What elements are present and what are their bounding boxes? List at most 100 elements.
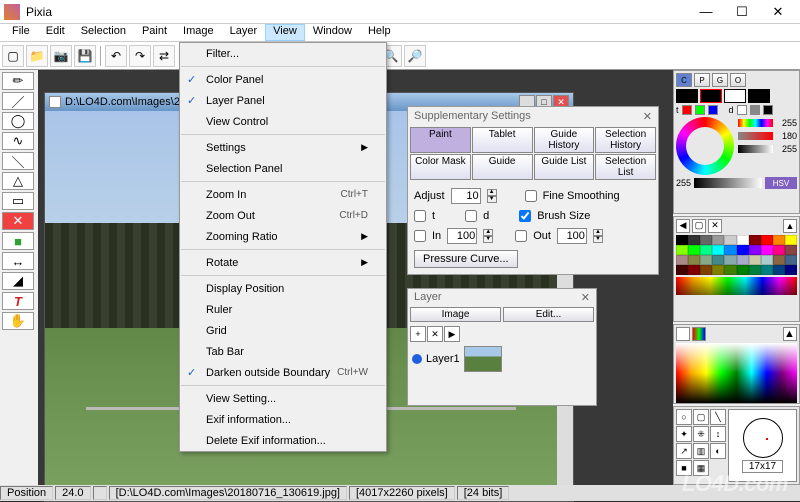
layer-titlebar[interactable]: Layer ✕: [408, 289, 596, 305]
palette-scroll-up-icon[interactable]: ▲: [783, 219, 797, 233]
view-menu-item[interactable]: View Setting...: [180, 388, 386, 409]
zoom-out-icon[interactable]: 🔎: [404, 45, 426, 67]
d-checkbox[interactable]: [465, 210, 477, 222]
layer-arrow-icon[interactable]: ▶: [444, 326, 460, 342]
brush-opt-icon[interactable]: ▥: [693, 443, 709, 459]
view-menu-item[interactable]: Zooming Ratio▶: [180, 226, 386, 247]
color-tab-g[interactable]: G: [712, 73, 728, 87]
palette-color[interactable]: [749, 235, 761, 245]
redo-icon[interactable]: ↷: [129, 45, 151, 67]
brush-tool-icon[interactable]: ✏: [2, 72, 34, 90]
supp-tab-color-mask[interactable]: Color Mask: [410, 154, 471, 180]
menu-help[interactable]: Help: [360, 24, 399, 41]
supp-tab-tablet[interactable]: Tablet: [472, 127, 533, 153]
palette-color[interactable]: [688, 265, 700, 275]
palette-color[interactable]: [724, 245, 736, 255]
spectrum-scroll-icon[interactable]: ▲: [783, 327, 797, 341]
layer-add-icon[interactable]: +: [410, 326, 426, 342]
mini-swatch[interactable]: [750, 105, 760, 115]
palette-color[interactable]: [724, 265, 736, 275]
new-icon[interactable]: ▢: [2, 45, 24, 67]
brush-shape-line-icon[interactable]: ╲: [710, 409, 726, 425]
palette-color[interactable]: [773, 265, 785, 275]
supp-tab-selection-list[interactable]: Selection List: [595, 154, 656, 180]
palette-color[interactable]: [785, 235, 797, 245]
layer-row[interactable]: Layer1: [408, 344, 596, 374]
palette-color[interactable]: [712, 255, 724, 265]
view-menu-item[interactable]: View Control: [180, 111, 386, 132]
supp-tab-selection-history[interactable]: Selection History: [595, 127, 656, 153]
color-tab-o[interactable]: O: [730, 73, 746, 87]
fine-smoothing-checkbox[interactable]: [525, 190, 537, 202]
alpha-slider[interactable]: [694, 178, 762, 188]
palette-del-icon[interactable]: ✕: [708, 219, 722, 233]
supp-titlebar[interactable]: Supplementary Settings ✕: [408, 107, 658, 125]
brush-opt-icon[interactable]: ◐: [710, 443, 726, 459]
brush-preview-circle[interactable]: [743, 418, 783, 458]
palette-color[interactable]: [785, 245, 797, 255]
view-menu-item[interactable]: Settings▶: [180, 137, 386, 158]
curve-tool-icon[interactable]: ∿: [2, 132, 34, 150]
text-tool-icon[interactable]: T: [2, 292, 34, 310]
hand-tool-icon[interactable]: ✋: [2, 312, 34, 330]
minimize-button[interactable]: —: [688, 2, 724, 22]
color-tab-c[interactable]: C: [676, 73, 692, 87]
palette-color[interactable]: [688, 235, 700, 245]
view-menu-item[interactable]: Darken outside BoundaryCtrl+W: [180, 362, 386, 383]
palette-color[interactable]: [712, 245, 724, 255]
swap-icon[interactable]: ⇄: [153, 45, 175, 67]
brush-opt-icon[interactable]: ✦: [676, 426, 692, 442]
palette-color[interactable]: [676, 245, 688, 255]
view-menu-item[interactable]: Tab Bar: [180, 341, 386, 362]
in-spinner[interactable]: ▲▼: [483, 229, 493, 243]
bg-color-swatch[interactable]: [700, 89, 722, 103]
palette-color[interactable]: [773, 245, 785, 255]
open-icon[interactable]: 📁: [26, 45, 48, 67]
palette-color[interactable]: [761, 235, 773, 245]
palette-color[interactable]: [700, 235, 712, 245]
mini-swatch[interactable]: [682, 105, 692, 115]
palette-color[interactable]: [700, 245, 712, 255]
close-button[interactable]: ✕: [760, 2, 796, 22]
palette-color[interactable]: [737, 255, 749, 265]
mini-swatch[interactable]: [737, 105, 747, 115]
view-menu-item[interactable]: Selection Panel: [180, 158, 386, 179]
brush-opt-icon[interactable]: ▦: [693, 460, 709, 476]
menu-view[interactable]: View: [265, 24, 305, 41]
spectrum-picker[interactable]: [676, 343, 797, 403]
brush-shape-square-icon[interactable]: ▢: [693, 409, 709, 425]
mini-swatch[interactable]: [708, 105, 718, 115]
menu-layer[interactable]: Layer: [222, 24, 266, 41]
view-menu-item[interactable]: Exif information...: [180, 409, 386, 430]
out-spinner[interactable]: ▲▼: [593, 229, 603, 243]
view-menu-item[interactable]: Delete Exif information...: [180, 430, 386, 451]
view-menu-item[interactable]: Zoom OutCtrl+D: [180, 205, 386, 226]
brush-size-checkbox[interactable]: [519, 210, 531, 222]
palette-color[interactable]: [676, 255, 688, 265]
color-tab-p[interactable]: P: [694, 73, 710, 87]
layer-visibility-icon[interactable]: [412, 354, 422, 364]
supp-tab-paint[interactable]: Paint: [410, 127, 471, 153]
palette-color[interactable]: [749, 245, 761, 255]
spectrum-btn-2[interactable]: [692, 327, 706, 341]
layer-del-icon[interactable]: ✕: [427, 326, 443, 342]
palette-color[interactable]: [676, 265, 688, 275]
brush-opt-icon[interactable]: ↕: [710, 426, 726, 442]
color-wheel[interactable]: [676, 117, 734, 175]
menu-file[interactable]: File: [4, 24, 38, 41]
palette-color[interactable]: [700, 255, 712, 265]
palette-color[interactable]: [773, 235, 785, 245]
color-mode-button[interactable]: HSV: [765, 177, 797, 189]
save-icon[interactable]: 💾: [74, 45, 96, 67]
view-menu-item[interactable]: Display Position: [180, 278, 386, 299]
palette-color[interactable]: [749, 255, 761, 265]
mini-swatch[interactable]: [695, 105, 705, 115]
camera-icon[interactable]: 📷: [50, 45, 72, 67]
menu-selection[interactable]: Selection: [73, 24, 134, 41]
in-checkbox[interactable]: [414, 230, 426, 242]
palette-color[interactable]: [749, 265, 761, 275]
palette-color[interactable]: [737, 235, 749, 245]
brush-shape-circle-icon[interactable]: ○: [676, 409, 692, 425]
line-tool-icon[interactable]: ＼: [2, 152, 34, 170]
palette-color[interactable]: [712, 235, 724, 245]
